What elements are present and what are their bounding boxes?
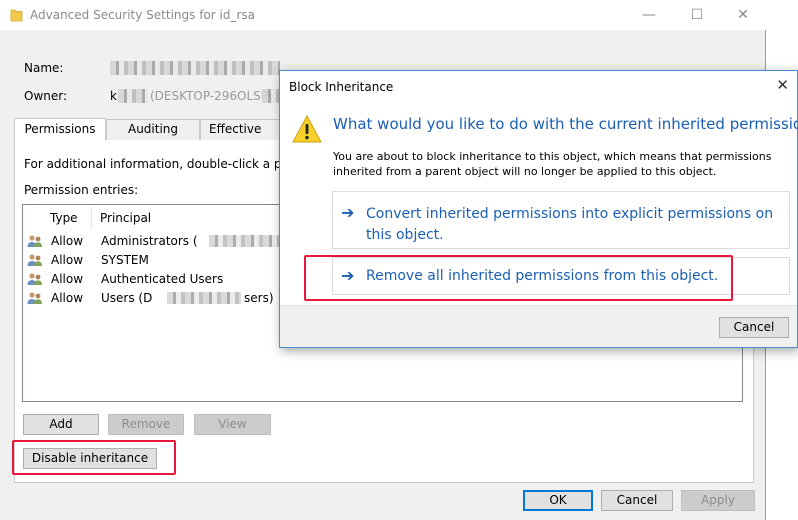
owner-redacted-1 [118,89,148,103]
entry-type: Allow [51,234,84,248]
cancel-button[interactable]: Cancel [601,490,673,511]
column-principal[interactable]: Principal [100,211,151,225]
convert-option-label: Convert inherited permissions into expli… [366,206,774,243]
warning-icon [292,115,322,143]
info-text: For additional information, double-click… [24,157,309,171]
window-title: Advanced Security Settings for id_rsa [30,8,256,22]
principal-redacted [167,292,241,304]
dialog-footer: Cancel [280,305,797,347]
minimize-icon[interactable]: — [640,6,658,24]
dialog-heading: What would you like to do with the curre… [333,115,798,133]
owner-value: (DESKTOP-296OLSP\ [150,89,273,103]
owner-prefix: k [110,89,117,103]
tab-permissions[interactable]: Permissions [14,118,106,140]
dialog-title: Block Inheritance [289,80,394,94]
folder-icon [10,9,23,22]
entry-principal-end: sers) [244,291,274,305]
add-button[interactable]: Add [23,414,99,435]
users-icon [27,273,42,285]
arrow-right-icon: ➔ [341,203,355,222]
permission-entries-label: Permission entries: [24,183,139,197]
tab-effective-access[interactable]: Effective Acce [200,119,290,140]
principal-redacted [209,235,281,247]
owner-redacted-2 [262,89,280,103]
convert-permissions-option[interactable]: ➔ Convert inherited permissions into exp… [332,191,790,249]
dialog-cancel-button[interactable]: Cancel [719,317,789,338]
title-bar: Advanced Security Settings for id_rsa — … [0,0,766,30]
tab-auditing[interactable]: Auditing [106,119,200,140]
entry-type: Allow [51,291,84,305]
entry-principal: SYSTEM [101,253,149,267]
highlight-disable-inheritance [12,440,176,475]
column-separator[interactable] [91,207,92,229]
name-value-redacted [110,61,280,75]
maximize-icon[interactable]: ☐ [688,6,706,24]
entry-type: Allow [51,253,84,267]
block-inheritance-dialog: Block Inheritance ✕ What would you like … [279,70,798,348]
highlight-remove-option [304,255,733,301]
close-icon[interactable]: ✕ [734,6,752,24]
ok-button[interactable]: OK [523,490,593,511]
name-label: Name: [24,61,64,75]
users-icon [27,292,42,304]
entry-principal: Administrators ( [101,234,198,248]
close-icon[interactable]: ✕ [776,76,789,94]
users-icon [27,235,42,247]
entry-principal: Users (D [101,291,153,305]
apply-button[interactable]: Apply [681,490,755,511]
owner-label: Owner: [24,89,68,103]
column-type[interactable]: Type [50,211,78,225]
entry-principal: Authenticated Users [101,272,224,286]
dialog-body: You are about to block inheritance to th… [333,150,772,178]
entry-type: Allow [51,272,84,286]
remove-button[interactable]: Remove [108,414,184,435]
view-button[interactable]: View [194,414,271,435]
users-icon [27,254,42,266]
